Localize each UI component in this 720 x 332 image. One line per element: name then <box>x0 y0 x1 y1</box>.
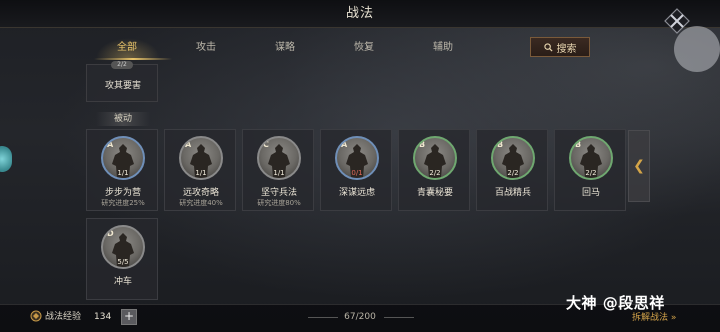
tactic-exp-label: 战法经验 <box>45 312 82 322</box>
tactic-name: 攻其要害 <box>104 81 141 91</box>
grade-label: A <box>107 140 114 149</box>
tactic-card-partial[interactable]: 2/2 攻其要害 <box>86 61 158 102</box>
tactic-name: 坚守兵法 <box>260 188 297 198</box>
grade-label: B <box>497 140 504 149</box>
tactic-name: 回马 <box>581 188 600 198</box>
level-label: 1/1 <box>195 169 207 177</box>
grade-label: C <box>263 140 269 149</box>
level-label: 5/5 <box>117 258 129 266</box>
tab-all[interactable]: 全部 <box>97 37 157 59</box>
tactic-card[interactable]: A 1/1 远攻奇略 研究进度40% <box>164 129 236 211</box>
disassemble-tactic-link[interactable]: 拆解战法 » <box>632 311 676 325</box>
tactic-name: 冲车 <box>113 277 132 287</box>
research-progress: 研究进度80% <box>257 199 301 207</box>
add-exp-button[interactable]: + <box>121 309 137 325</box>
general-portrait: A 0/1 <box>335 136 379 180</box>
level-label: 2/2 <box>585 169 597 177</box>
search-button[interactable]: 搜索 <box>530 37 590 57</box>
search-icon <box>543 42 553 52</box>
search-label: 搜索 <box>556 43 577 55</box>
tactic-card[interactable]: B 2/2 青囊秘要 <box>398 129 470 211</box>
tactic-name: 步步为营 <box>104 188 141 198</box>
level-label: 1/1 <box>273 169 285 177</box>
general-portrait: C 1/1 <box>257 136 301 180</box>
level-label: 1/1 <box>117 169 129 177</box>
section-header-passive: 被动 <box>96 112 150 126</box>
level-label: 2/2 <box>507 169 519 177</box>
level-badge: 2/2 <box>111 61 133 69</box>
tactic-card[interactable]: A 0/1 深谋远虑 <box>320 129 392 211</box>
grade-label: A <box>185 140 192 149</box>
tactic-card[interactable]: D 5/5 冲车 <box>86 218 158 300</box>
grade-label: B <box>575 140 582 149</box>
general-portrait: B 2/2 <box>569 136 613 180</box>
tactic-name: 远攻奇略 <box>182 188 219 198</box>
tab-strategy[interactable]: 谋略 <box>255 37 315 59</box>
active-tab-underline <box>94 58 172 60</box>
tab-support[interactable]: 辅助 <box>413 37 473 59</box>
general-portrait: B 2/2 <box>413 136 457 180</box>
general-portrait: A 1/1 <box>101 136 145 180</box>
tactic-card[interactable]: A 1/1 步步为营 研究进度25% <box>86 129 158 211</box>
research-progress: 研究进度25% <box>101 199 145 207</box>
tactic-card[interactable]: C 1/1 坚守兵法 研究进度80% <box>242 129 314 211</box>
grade-label: B <box>419 140 426 149</box>
divider <box>384 317 414 318</box>
general-portrait: A 1/1 <box>179 136 223 180</box>
general-portrait: B 2/2 <box>491 136 535 180</box>
tab-recovery[interactable]: 恢复 <box>334 37 394 59</box>
level-label: 2/2 <box>429 169 441 177</box>
collapse-panel-button[interactable]: ❮ <box>628 130 650 202</box>
tactic-exp-icon <box>30 310 42 322</box>
tactic-name: 深谋远虑 <box>338 188 375 198</box>
grade-label: A <box>341 140 348 149</box>
tactic-count: 67/200 <box>344 312 376 322</box>
grade-label: D <box>107 229 114 238</box>
tactic-exp-value: 134 <box>94 312 112 322</box>
tab-attack[interactable]: 攻击 <box>176 37 236 59</box>
level-label: 0/1 <box>351 169 363 177</box>
tactic-name: 百战精兵 <box>494 188 531 198</box>
watermark: 大神 @段思祥 <box>566 294 665 312</box>
tactic-card[interactable]: B 2/2 百战精兵 <box>476 129 548 211</box>
research-progress: 研究进度40% <box>179 199 223 207</box>
general-portrait: D 5/5 <box>101 225 145 269</box>
page-title: 战法 <box>345 6 374 21</box>
tactic-card[interactable]: B 2/2 回马 <box>554 129 626 211</box>
chevron-left-icon: ❮ <box>633 158 645 174</box>
tactic-name: 青囊秘要 <box>416 188 453 198</box>
